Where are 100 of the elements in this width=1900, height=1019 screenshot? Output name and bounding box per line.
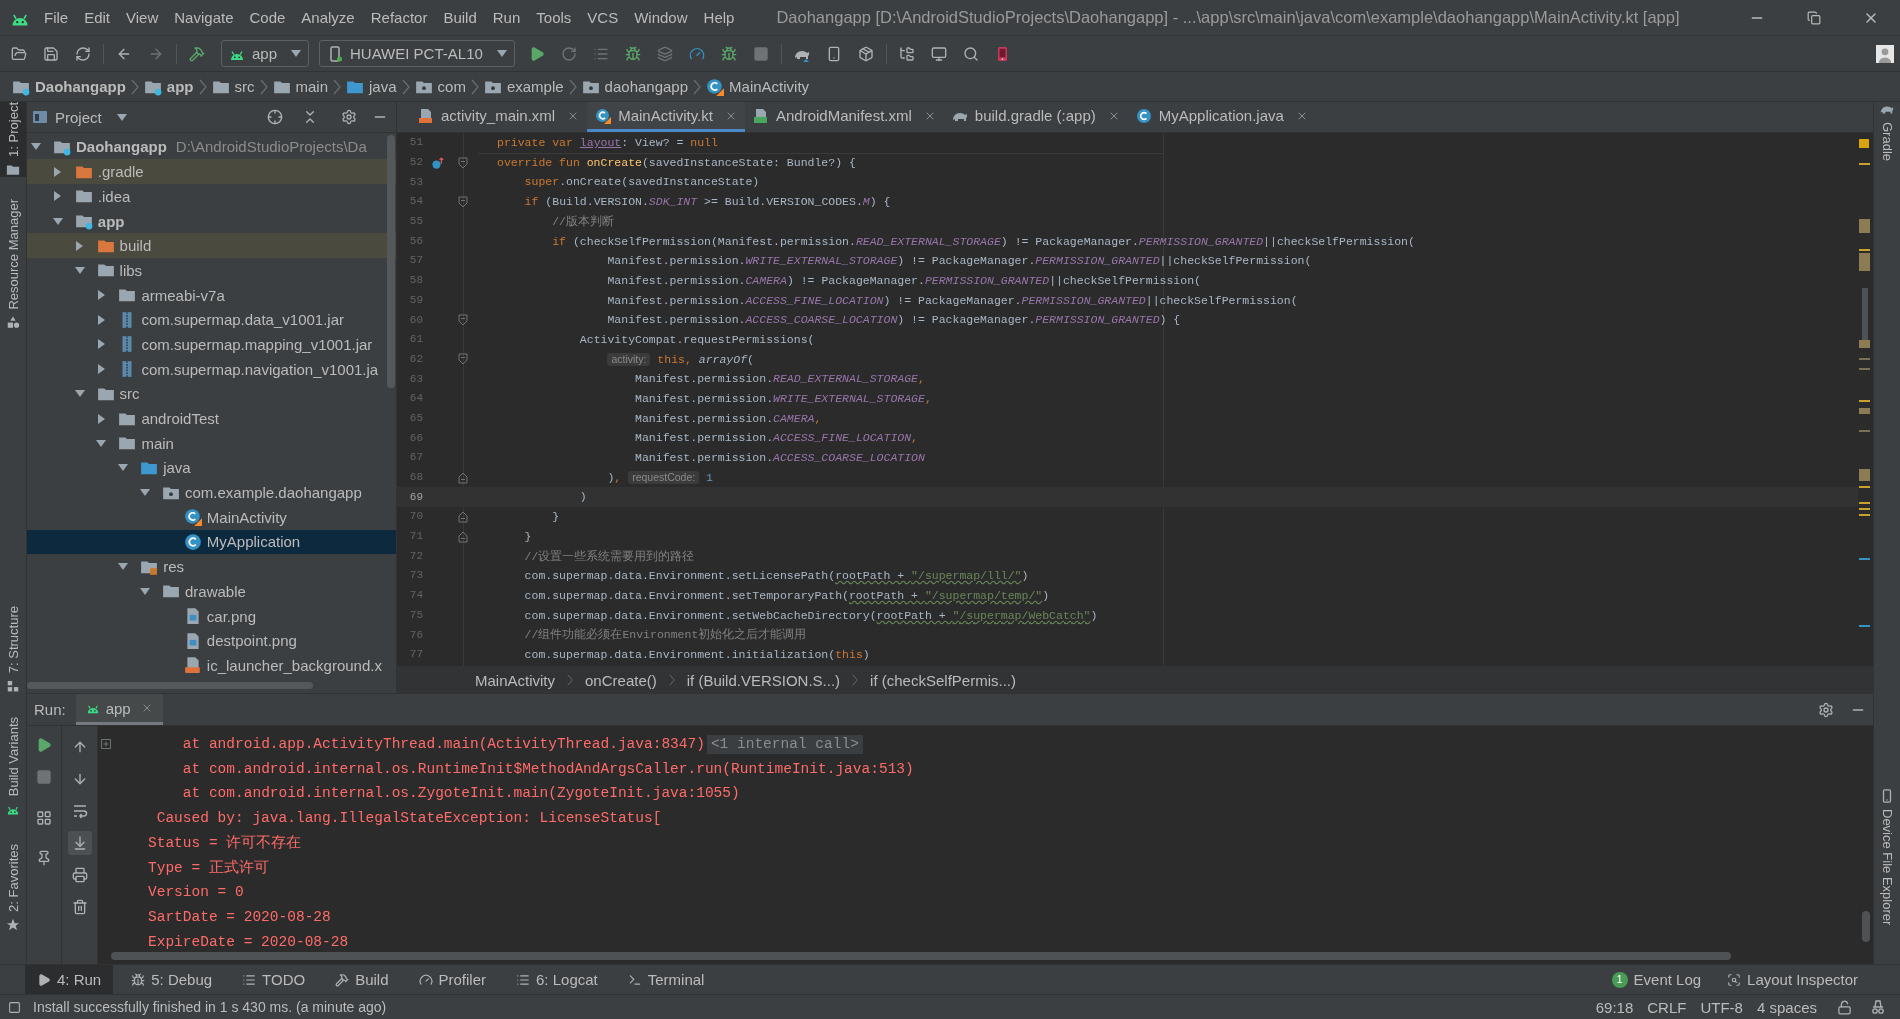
caret-down-icon[interactable] <box>118 464 129 472</box>
menu-item[interactable]: Run <box>484 10 529 25</box>
tool-window-button[interactable]: Profiler <box>406 965 499 994</box>
caret-down-icon[interactable] <box>74 266 85 274</box>
fold-marker-icon[interactable] <box>458 510 468 523</box>
square-icon[interactable] <box>8 1000 21 1014</box>
breadcrumb-item[interactable]: if (checkSelfPermis...) <box>870 672 1016 688</box>
stop-icon[interactable] <box>36 769 52 785</box>
editor-tab[interactable]: MyApplication.java <box>1127 102 1316 132</box>
breadcrumb-item[interactable]: example <box>483 77 564 96</box>
stop-icon[interactable] <box>753 45 769 62</box>
menu-item[interactable]: Navigate <box>166 10 242 25</box>
breadcrumb-item[interactable]: java <box>346 77 397 96</box>
caret-right-icon[interactable] <box>76 240 84 251</box>
list-icon[interactable] <box>242 972 257 987</box>
tree-item[interactable]: .idea <box>51 183 133 209</box>
breadcrumb-item[interactable]: MainActivity <box>706 77 810 96</box>
trash-icon[interactable] <box>71 899 88 915</box>
caret-right-icon[interactable] <box>97 364 105 375</box>
scrollbar-thumb[interactable] <box>1862 911 1870 942</box>
tree-item[interactable]: com.supermap.navigation_v1001.ja <box>95 356 381 382</box>
folder-tree-icon[interactable] <box>899 45 915 62</box>
menu-item[interactable]: View <box>118 10 167 25</box>
tree-item[interactable]: src <box>73 381 142 407</box>
tool-window-button[interactable]: Terminal <box>615 965 717 994</box>
tree-item[interactable]: MainActivity <box>160 504 289 530</box>
tree-item[interactable]: main <box>95 430 176 456</box>
breadcrumb-item[interactable]: src <box>211 77 255 96</box>
layers-icon[interactable] <box>657 45 673 62</box>
caret-down-icon[interactable] <box>31 143 41 151</box>
scrollbar-thumb[interactable] <box>111 952 1731 960</box>
fold-marker-icon[interactable] <box>458 156 468 169</box>
menu-item[interactable]: Code <box>241 10 294 25</box>
breadcrumb-item[interactable]: onCreate() <box>585 672 657 688</box>
fold-marker-icon[interactable] <box>458 530 468 543</box>
scan-search-icon[interactable] <box>1727 972 1742 987</box>
list-icon[interactable] <box>516 972 531 987</box>
tool-window-button[interactable]: 7: Structure <box>0 605 26 693</box>
menu-item[interactable]: Tools <box>528 10 580 25</box>
tree-item[interactable]: car.png <box>160 603 258 629</box>
fold-marker-icon[interactable] <box>458 314 468 327</box>
tree-item[interactable]: com.example.daohangapp <box>139 480 364 505</box>
tool-window-button[interactable]: 1: Project <box>0 102 26 177</box>
save-icon[interactable] <box>43 45 59 62</box>
menu-item[interactable]: VCS <box>579 10 627 25</box>
bug-icon[interactable] <box>721 45 737 62</box>
caret-right-icon[interactable] <box>97 339 105 350</box>
gauge-icon[interactable] <box>689 45 705 62</box>
scrollbar-thumb[interactable] <box>387 135 395 388</box>
tree-item[interactable]: res <box>117 554 187 579</box>
phone-icon[interactable] <box>826 45 842 62</box>
status-item[interactable]: CRLF <box>1647 999 1687 1015</box>
breadcrumb-item[interactable]: if (Build.VERSION.S...) <box>686 672 841 688</box>
tool-window-button[interactable]: 5: Debug <box>119 965 225 994</box>
menu-item[interactable]: Refactor <box>362 10 436 25</box>
wrap-text-icon[interactable] <box>71 803 88 819</box>
tree-item[interactable]: destpoint.png <box>160 628 299 654</box>
crosshair-icon[interactable] <box>267 109 283 125</box>
menu-item[interactable]: Edit <box>76 10 119 25</box>
bug-icon[interactable] <box>131 972 146 987</box>
tree-item[interactable]: ic_launcher_background.x <box>160 653 384 678</box>
caret-down-icon[interactable] <box>74 390 85 398</box>
menu-item[interactable]: Window <box>626 10 696 25</box>
avatar-icon[interactable] <box>1876 44 1894 63</box>
breadcrumb-item[interactable]: app <box>143 77 194 96</box>
package-icon[interactable] <box>858 45 874 62</box>
settings-icon[interactable] <box>341 109 357 125</box>
project-view-dropdown[interactable]: Project <box>32 109 127 125</box>
tree-item[interactable]: MyApplication <box>27 529 396 555</box>
menu-item[interactable]: Build <box>435 10 485 25</box>
scrollbar-thumb[interactable] <box>27 682 313 689</box>
editor-tab[interactable]: MainActivity.kt <box>587 102 745 132</box>
breadcrumb-item[interactable]: main <box>272 77 329 96</box>
tool-window-button[interactable]: Build <box>323 965 401 994</box>
menu-item[interactable]: Analyze <box>293 10 363 25</box>
expand-icon[interactable] <box>101 739 111 750</box>
run-configuration-dropdown[interactable]: app <box>221 40 309 67</box>
hammer-icon[interactable] <box>335 972 350 987</box>
caret-down-icon[interactable] <box>96 439 107 447</box>
unlock-icon[interactable] <box>1837 999 1852 1015</box>
sync-icon[interactable] <box>75 45 91 62</box>
tree-item[interactable]: Daohangapp D:\AndroidStudioProjects\Da <box>30 134 369 160</box>
tree-item[interactable]: drawable <box>139 578 248 604</box>
breadcrumb-item[interactable]: Daohangapp <box>12 77 126 96</box>
caret-right-icon[interactable] <box>97 413 105 424</box>
tree-item[interactable]: armeabi-v7a <box>95 282 227 308</box>
tool-window-button[interactable]: Gradle <box>1874 102 1900 162</box>
tree-item[interactable]: androidTest <box>95 406 221 431</box>
editor-tab[interactable]: AndroidManifest.xml <box>744 102 944 132</box>
tool-window-button[interactable]: 1 Event Log <box>1605 965 1708 994</box>
status-item[interactable]: 4 spaces <box>1756 999 1817 1015</box>
play-icon[interactable] <box>37 972 51 987</box>
tool-window-button[interactable]: 4: Run <box>25 965 114 994</box>
tree-item[interactable]: libs <box>73 258 145 283</box>
tool-window-button[interactable]: Build Variants <box>0 717 26 817</box>
editor-tab[interactable]: activity_main.xml <box>410 102 588 132</box>
folded-calls-button[interactable]: <1 internal call> <box>706 735 863 754</box>
monitor-icon[interactable] <box>931 45 947 62</box>
tool-window-button[interactable]: 6: Logcat <box>504 965 610 994</box>
terminal-icon[interactable] <box>627 972 642 987</box>
